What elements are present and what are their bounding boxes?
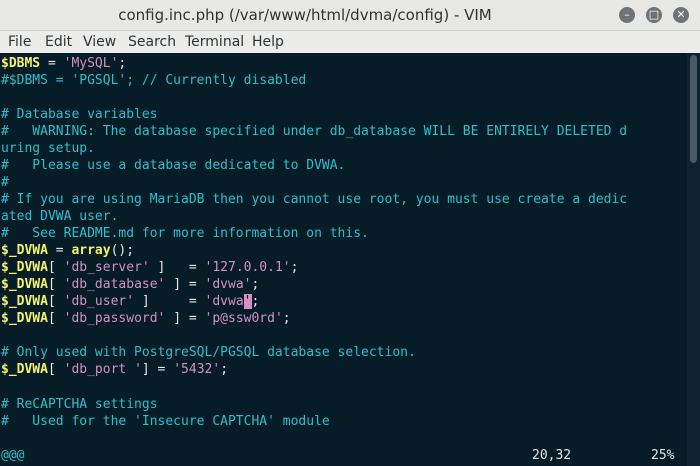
menu-edit[interactable]: Edit: [45, 34, 72, 50]
code-key: 'db_password': [63, 311, 166, 326]
code-punct: ;: [290, 260, 299, 275]
code-variable: $DBMS: [1, 56, 41, 71]
code-line: $_DVWA[ 'db_user' ] = 'dvwa';: [1, 293, 259, 310]
code-bracket: [: [47, 294, 64, 309]
code-variable: $_DVWA: [1, 277, 48, 292]
code-comment-line: #$DBMS = 'PGSQL'; // Currently disabled: [1, 73, 307, 88]
code-bracket: [: [47, 362, 64, 377]
close-button[interactable]: ✕: [673, 7, 689, 23]
code-bracket: ] =: [141, 362, 174, 377]
code-comment-line: # Used for the 'Insecure CAPTCHA' module: [1, 414, 330, 429]
code-operator: =: [47, 243, 72, 258]
maximize-button[interactable]: □: [646, 7, 662, 23]
menu-search[interactable]: Search: [128, 34, 176, 50]
code-string: '127.0.0.1': [204, 260, 291, 275]
code-string: '5432': [173, 362, 221, 377]
code-line: $DBMS = 'MySQL';: [1, 55, 126, 72]
code-bracket: ] =: [165, 277, 205, 292]
code-function: array: [71, 243, 111, 258]
code-comment-line: # WARNING: The database specified under …: [1, 124, 628, 139]
code-operator: =: [40, 56, 64, 71]
code-variable: $_DVWA: [1, 362, 48, 377]
code-bracket: ] =: [165, 311, 205, 326]
code-comment-line: # See README.md for more information on …: [1, 226, 369, 241]
code-comment-line: #: [1, 175, 9, 190]
cursor-position: 20,32: [532, 448, 572, 463]
vertical-scrollbar[interactable]: [687, 53, 700, 466]
window-title: config.inc.php (/var/www/html/dvma/confi…: [118, 6, 492, 24]
menu-help[interactable]: Help: [252, 34, 284, 50]
menu-file[interactable]: File: [8, 34, 31, 50]
code-key: 'db_user': [63, 294, 135, 309]
code-punct: ;: [251, 294, 260, 309]
code-string: 'p@ssw0rd': [204, 311, 283, 326]
code-key: 'db_database': [63, 277, 166, 292]
title-bar[interactable]: config.inc.php (/var/www/html/dvma/confi…: [0, 0, 700, 31]
code-line: $_DVWA[ 'db_server' ] = '127.0.0.1';: [1, 259, 298, 276]
code-comment-line: # Only used with PostgreSQL/PGSQL databa…: [1, 345, 416, 360]
code-line: $_DVWA[ 'db_database' ] = 'dvwa';: [1, 276, 259, 293]
code-punct: ();: [110, 243, 135, 258]
code-bracket: [: [47, 260, 64, 275]
code-bracket: [: [47, 311, 64, 326]
code-comment-line: ated DVWA user.: [1, 209, 119, 224]
code-bracket: ] =: [134, 294, 205, 309]
code-key: 'db_server': [63, 260, 150, 275]
code-string: 'MySQL': [63, 56, 119, 71]
scrollbar-thumb[interactable]: [690, 55, 697, 163]
code-line: $_DVWA[ 'db_port '] = '5432';: [1, 361, 228, 378]
code-variable: $_DVWA: [1, 243, 48, 258]
code-punct: ;: [220, 362, 229, 377]
code-punct: ;: [118, 56, 127, 71]
code-comment-line: uring setup.: [1, 141, 95, 156]
code-comment-line: # If you are using MariaDB then you cann…: [1, 192, 628, 207]
minimize-button[interactable]: –: [619, 7, 635, 23]
code-line: $_DVWA[ 'db_password' ] = 'p@ssw0rd';: [1, 310, 291, 327]
code-comment-line: # Please use a database dedicated to DVW…: [1, 158, 346, 173]
code-bracket: [: [47, 277, 64, 292]
vim-editor-area[interactable]: $DBMS = 'MySQL'; #$DBMS = 'PGSQL'; // Cu…: [0, 53, 687, 445]
code-variable: $_DVWA: [1, 311, 48, 326]
line-continuation-marker: @@@: [1, 448, 25, 463]
menu-view[interactable]: View: [83, 34, 116, 50]
code-key: 'db_port ': [63, 362, 142, 377]
vim-status-line: @@@ 20,32 25%: [0, 445, 687, 466]
scroll-percent: 25%: [651, 448, 675, 463]
code-punct: ;: [251, 277, 260, 292]
code-string: 'dvwa: [204, 294, 244, 309]
menu-terminal[interactable]: Terminal: [185, 34, 244, 50]
code-punct: ;: [282, 311, 291, 326]
code-line: $_DVWA = array();: [1, 242, 134, 259]
code-string: 'dvwa': [204, 277, 252, 292]
vim-terminal-window: config.inc.php (/var/www/html/dvma/confi…: [0, 0, 700, 466]
code-variable: $_DVWA: [1, 260, 48, 275]
code-bracket: ] =: [149, 260, 205, 275]
code-comment-line: # Database variables: [1, 107, 158, 122]
text-cursor: ': [243, 294, 252, 309]
menu-bar: File Edit View Search Terminal Help: [0, 31, 700, 54]
code-comment-line: # ReCAPTCHA settings: [1, 397, 158, 412]
code-variable: $_DVWA: [1, 294, 48, 309]
